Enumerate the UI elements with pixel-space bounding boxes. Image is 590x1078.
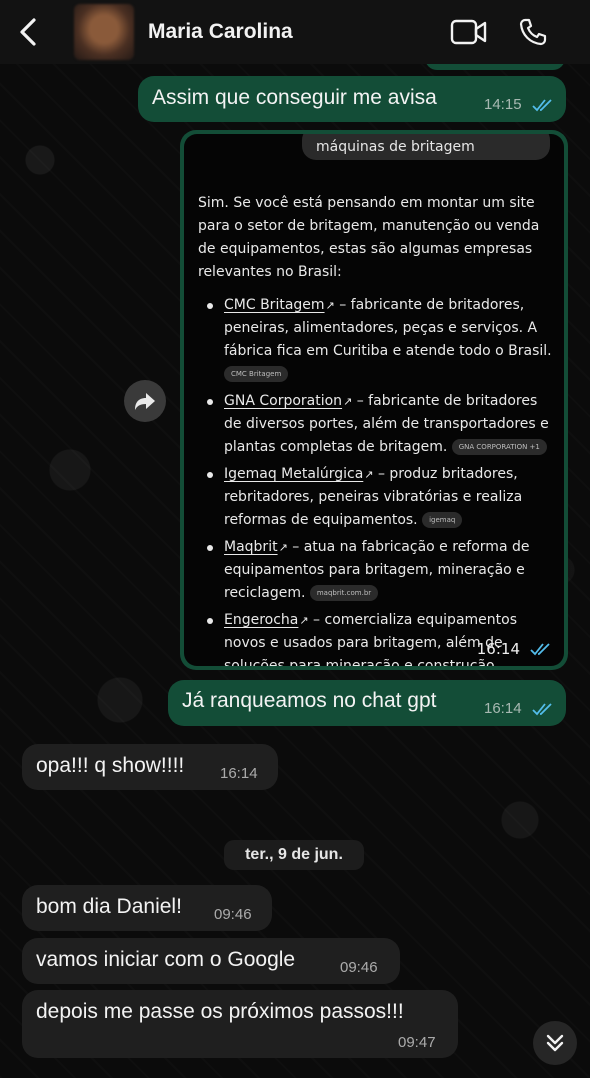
message-text: bom dia Daniel! [36,895,182,918]
source-chip: maqbrit.com.br [309,585,379,601]
video-call-button[interactable] [450,19,488,45]
forward-arrow-icon [135,393,155,410]
message-bubble-outgoing[interactable]: Já ranqueamos no chat gpt 16:14 [168,680,566,726]
message-time: 14:15 [484,96,522,113]
company-name: Igemaq Metalúrgica [224,466,364,482]
message-text: Assim que conseguir me avisa [152,86,437,109]
message-time: 16:14 [476,640,520,658]
message-time: 09:47 [398,1034,436,1051]
source-chip: GNA CORPORATION +1 [451,439,547,455]
image-message[interactable]: máquinas de britagem Sim. Se você está p… [180,130,568,670]
screenshot-image[interactable]: máquinas de britagem Sim. Se você está p… [184,134,564,666]
source-chip: CMC Britagem [224,366,289,382]
external-link-icon: ↗ [364,468,374,481]
list-item: Maqbrit↗ – atua na fabricação e reforma … [198,536,554,605]
message-bubble-outgoing[interactable]: Assim que conseguir me avisa 14:15 [138,76,566,122]
message-bubble-incoming[interactable]: depois me passe os próximos passos!!! 09… [22,990,458,1058]
back-button[interactable] [0,0,56,64]
message-time: 09:46 [214,906,252,923]
double-chevron-down-icon [546,1034,564,1052]
message-time: 09:46 [340,959,378,976]
external-link-icon: ↗ [325,299,335,312]
message-bubble-incoming[interactable]: vamos iniciar com o Google 09:46 [22,938,400,984]
message-bubble-incoming[interactable]: bom dia Daniel! 09:46 [22,885,272,931]
company-name: Engerocha [224,612,299,628]
forward-button[interactable] [124,380,166,422]
chat-header: Maria Carolina [0,0,590,64]
contact-name[interactable]: Maria Carolina [148,20,293,44]
source-chip: igemaq [422,512,463,528]
list-item: Igemaq Metalúrgica↗ – produz britadores,… [198,463,554,532]
company-name: Maqbrit [224,539,278,555]
embedded-company-list: CMC Britagem↗ – fabricante de britadores… [198,294,554,666]
message-bubble-incoming[interactable]: opa!!! q show!!!! 16:14 [22,744,278,790]
external-link-icon: ↗ [299,614,309,627]
message-time: 16:14 [220,765,258,782]
back-chevron-icon [20,18,36,46]
scroll-to-bottom-button[interactable] [533,1021,577,1065]
embedded-answer-intro: Sim. Se você está pensando em montar um … [198,195,540,280]
list-item: CMC Britagem↗ – fabricante de britadores… [198,294,554,386]
company-name: CMC Britagem [224,297,325,313]
read-receipt-icon [532,703,552,716]
external-link-icon: ↗ [278,541,288,554]
phone-call-icon [519,18,547,46]
read-receipt-icon [530,643,550,656]
voice-call-button[interactable] [518,17,548,47]
message-time: 16:14 [484,700,522,717]
video-call-icon [450,19,487,45]
embedded-query: máquinas de britagem [302,134,550,160]
contact-avatar[interactable] [74,4,134,60]
external-link-icon: ↗ [343,395,353,408]
message-text: Já ranqueamos no chat gpt [182,689,437,712]
list-item: GNA Corporation↗ – fabricante de britado… [198,390,554,459]
message-text: opa!!! q show!!!! [36,754,185,777]
read-receipt-icon [532,99,552,112]
date-divider: ter., 9 de jun. [224,840,364,870]
company-name: GNA Corporation [224,393,343,409]
message-text: depois me passe os próximos passos!!! [36,1000,404,1023]
message-text: vamos iniciar com o Google [36,948,296,971]
